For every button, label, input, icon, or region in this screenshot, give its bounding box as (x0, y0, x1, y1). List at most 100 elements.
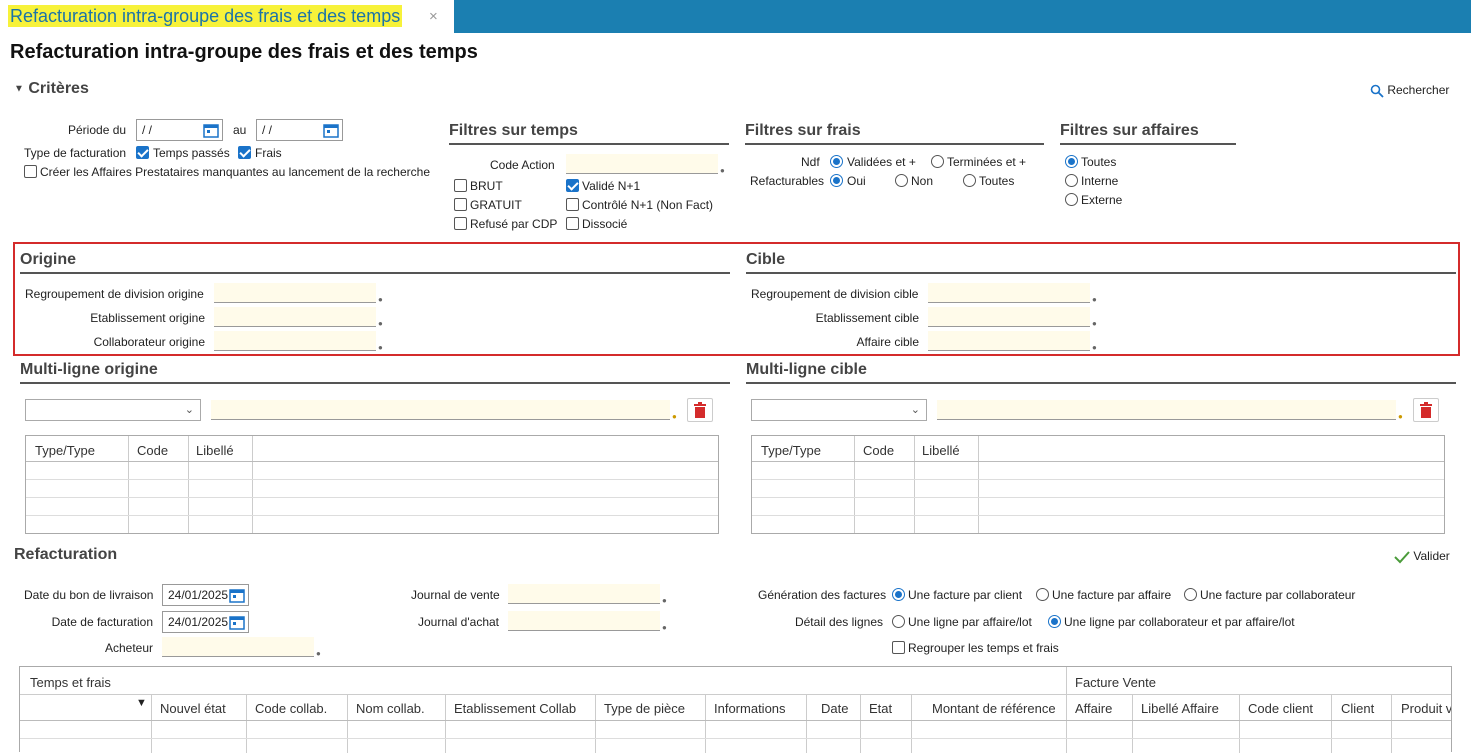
multi-cible-select[interactable]: ⌄ (751, 399, 927, 421)
etablissement-cible-input[interactable] (928, 307, 1090, 327)
det-collab-label: Une ligne par collaborateur et par affai… (1064, 615, 1295, 629)
column-header[interactable]: Code (863, 443, 894, 458)
close-icon[interactable]: × (429, 8, 438, 25)
multi-origine-grid[interactable]: Type/Type Code Libellé (25, 435, 719, 534)
gratuit-checkbox[interactable] (454, 198, 467, 211)
gen-client-radio[interactable] (892, 588, 905, 601)
pin-icon: ● (1092, 343, 1097, 352)
multi-origine-select[interactable]: ⌄ (25, 399, 201, 421)
column-header[interactable]: Date (821, 701, 848, 716)
date-to[interactable]: / / (256, 119, 343, 141)
journal-achat-input[interactable] (508, 611, 660, 631)
column-header[interactable]: Type/Type (761, 443, 821, 458)
dissocie-label: Dissocié (582, 217, 628, 231)
date-from[interactable]: / / (136, 119, 223, 141)
dissocie-checkbox[interactable] (566, 217, 579, 230)
cible-title: Cible (746, 251, 1456, 274)
pin-icon: ● (1092, 319, 1097, 328)
brut-label: BRUT (470, 179, 503, 193)
code-action-input[interactable] (566, 154, 718, 174)
date-bon-input[interactable]: 24/01/2025 (162, 584, 249, 606)
collaborateur-origine-input[interactable] (214, 331, 376, 351)
column-header[interactable]: Produit v (1401, 701, 1451, 716)
column-header[interactable]: Libellé (922, 443, 960, 458)
code-action-label: Code Action (490, 158, 555, 172)
column-header[interactable]: Code collab. (255, 701, 327, 716)
search-button[interactable]: Rechercher (1370, 83, 1449, 98)
controle-checkbox[interactable] (566, 198, 579, 211)
frais-checkbox[interactable] (238, 146, 251, 159)
column-header[interactable]: Code (137, 443, 168, 458)
date-fact-label: Date de facturation (51, 615, 153, 629)
filtres-affaires-title: Filtres sur affaires (1060, 122, 1236, 145)
journal-vente-input[interactable] (508, 584, 660, 604)
main-grid[interactable]: Temps et frais Facture Vente ▼ Nouvel ét… (19, 666, 1452, 753)
group-header: Temps et frais (30, 675, 111, 690)
affaire-cible-input[interactable] (928, 331, 1090, 351)
calendar-icon[interactable] (203, 122, 219, 138)
det-affaire-radio[interactable] (892, 615, 905, 628)
brut-checkbox[interactable] (454, 179, 467, 192)
non-radio[interactable] (895, 174, 908, 187)
filter-dropdown-icon[interactable]: ▼ (136, 697, 147, 709)
regrouper-checkbox[interactable] (892, 641, 905, 654)
calendar-icon[interactable] (229, 614, 245, 630)
valider-button[interactable]: Valider (1394, 549, 1450, 564)
pin-icon: ● (1398, 412, 1403, 421)
check-icon (1394, 551, 1410, 564)
date-fact-input[interactable]: 24/01/2025 (162, 611, 249, 633)
tab-active[interactable]: Refacturation intra-groupe des frais et … (0, 0, 454, 33)
column-header[interactable]: Etat (869, 701, 892, 716)
column-header[interactable]: Informations (714, 701, 786, 716)
affaire-cible-label: Affaire cible (856, 335, 919, 349)
etablissement-origine-input[interactable] (214, 307, 376, 327)
calendar-icon[interactable] (229, 587, 245, 603)
ndf-label: Ndf (801, 155, 820, 169)
det-collab-radio[interactable] (1048, 615, 1061, 628)
group-header: Facture Vente (1075, 675, 1156, 690)
gen-collab-radio[interactable] (1184, 588, 1197, 601)
calendar-icon[interactable] (323, 122, 339, 138)
gen-affaire-radio[interactable] (1036, 588, 1049, 601)
refuse-checkbox[interactable] (454, 217, 467, 230)
terminees-radio[interactable] (931, 155, 944, 168)
multi-cible-title: Multi-ligne cible (746, 361, 1456, 384)
column-header[interactable]: Code client (1248, 701, 1313, 716)
valide-checkbox[interactable] (566, 179, 579, 192)
multi-cible-input[interactable] (937, 400, 1396, 420)
temps-passes-checkbox[interactable] (136, 146, 149, 159)
pin-icon: ● (1092, 295, 1097, 304)
search-icon (1370, 84, 1384, 98)
journal-vente-label: Journal de vente (411, 588, 500, 602)
chevron-down-icon: ⌄ (184, 404, 194, 416)
column-header[interactable]: Type de pièce (604, 701, 685, 716)
regroupement-origine-input[interactable] (214, 283, 376, 303)
validees-radio[interactable] (830, 155, 843, 168)
column-header[interactable]: Client (1341, 701, 1374, 716)
column-header[interactable]: Etablissement Collab (454, 701, 576, 716)
periode-label: Période du (68, 123, 127, 137)
externe-radio[interactable] (1065, 193, 1078, 206)
multi-cible-grid[interactable]: Type/Type Code Libellé (751, 435, 1445, 534)
valide-label: Validé N+1 (582, 179, 641, 193)
column-header[interactable]: Montant de référence (932, 701, 1056, 716)
interne-radio[interactable] (1065, 174, 1078, 187)
affaires-toutes-radio[interactable] (1065, 155, 1078, 168)
regroupement-cible-input[interactable] (928, 283, 1090, 303)
column-header[interactable]: Nouvel état (160, 701, 226, 716)
delete-button[interactable] (687, 398, 713, 422)
column-header[interactable]: Type/Type (35, 443, 95, 458)
origine-title: Origine (20, 251, 730, 274)
delete-button[interactable] (1413, 398, 1439, 422)
oui-radio[interactable] (830, 174, 843, 187)
toutes-radio[interactable] (963, 174, 976, 187)
etablissement-origine-label: Etablissement origine (90, 311, 205, 325)
criteres-header[interactable]: ▼ Critères (14, 80, 89, 98)
multi-origine-input[interactable] (211, 400, 670, 420)
column-header[interactable]: Nom collab. (356, 701, 425, 716)
column-header[interactable]: Affaire (1075, 701, 1112, 716)
acheteur-input[interactable] (162, 637, 314, 657)
column-header[interactable]: Libellé Affaire (1141, 701, 1219, 716)
creer-affaires-checkbox[interactable] (24, 165, 37, 178)
column-header[interactable]: Libellé (196, 443, 234, 458)
